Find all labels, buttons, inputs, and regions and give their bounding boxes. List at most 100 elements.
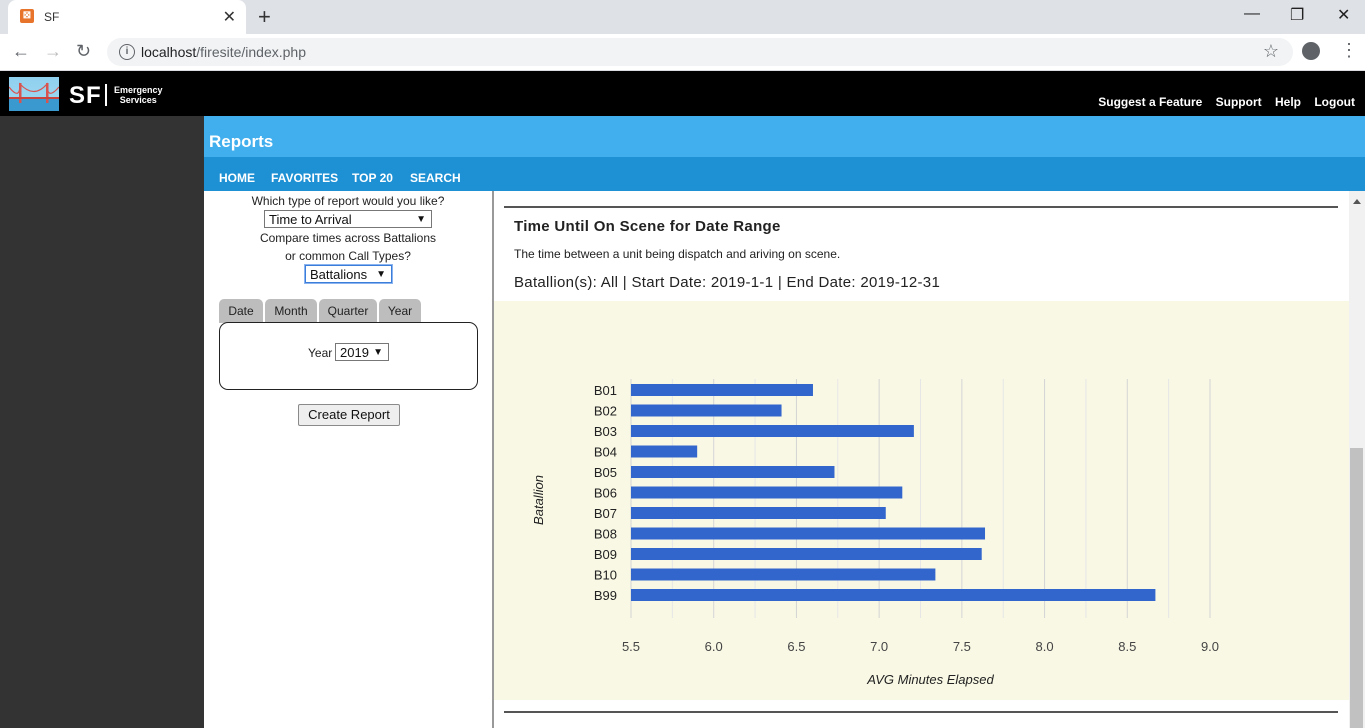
bar xyxy=(631,466,835,478)
menu-kebab-icon[interactable]: ⋮ xyxy=(1340,40,1358,61)
browser-tab-strip: ⊠ SF ✕ + — ❐ ✕ xyxy=(0,0,1365,34)
bar xyxy=(631,568,936,581)
forward-icon[interactable]: → xyxy=(44,41,62,62)
url-path: /firesite/index.php xyxy=(196,44,306,60)
bar xyxy=(631,425,914,437)
bookmark-star-icon[interactable]: ☆ xyxy=(1263,41,1279,62)
tab-year[interactable]: Year xyxy=(379,299,421,323)
tab-date[interactable]: Date xyxy=(219,299,263,323)
bar xyxy=(631,404,782,417)
header-links: Suggest a Feature Support Help Logout xyxy=(1088,95,1355,109)
bar xyxy=(631,589,1156,601)
nav-favorites[interactable]: FAVORITES xyxy=(271,171,338,185)
compare-label-line1: Compare times across Battalions xyxy=(259,231,437,245)
year-label: Year xyxy=(308,346,333,360)
x-tick-label: 5.5 xyxy=(622,639,640,654)
help-link[interactable]: Help xyxy=(1275,95,1301,109)
logo-text: SF xyxy=(69,82,102,109)
left-sidebar xyxy=(0,116,204,728)
close-tab-icon[interactable]: ✕ xyxy=(223,7,236,27)
report-panel: Time Until On Scene for Date Range The t… xyxy=(494,191,1349,728)
page-title: Reports xyxy=(209,132,274,151)
address-bar[interactable]: i localhost/firesite/index.php ☆ xyxy=(107,38,1293,66)
new-tab-icon[interactable]: + xyxy=(258,4,271,30)
logo-divider xyxy=(105,84,107,106)
url-host: localhost xyxy=(141,44,197,60)
tab-quarter[interactable]: Quarter xyxy=(319,299,377,323)
chart-container: B01 B02 B03 B04 B05 B06 B07 B08 B09 B10 B99 5.5 6.0 6… xyxy=(494,301,1349,700)
logo-sub-line1: Emergency xyxy=(114,85,163,95)
tab-title: SF xyxy=(44,10,60,24)
compare-select[interactable]: Battalions ▼ xyxy=(305,265,392,283)
y-axis-title: Batallion xyxy=(531,475,546,525)
y-tick-label: B06 xyxy=(594,486,617,501)
divider-bottom xyxy=(504,711,1338,713)
y-tick-label: B09 xyxy=(594,547,617,562)
golden-gate-logo xyxy=(9,77,59,111)
browser-toolbar: ← → ↻ i localhost/firesite/index.php ☆ xyxy=(0,34,1365,71)
y-tick-label: B05 xyxy=(594,465,617,480)
year-select[interactable]: 2019 ▼ xyxy=(335,343,389,361)
y-tick-label: B08 xyxy=(594,527,617,542)
bar xyxy=(631,384,813,396)
report-type-value: Time to Arrival xyxy=(269,212,352,227)
site-header: SF Emergency Services Suggest a Feature … xyxy=(0,71,1365,116)
xampp-icon: ⊠ xyxy=(20,9,34,23)
y-tick-label: B10 xyxy=(594,568,617,583)
vertical-scrollbar[interactable] xyxy=(1349,191,1365,728)
report-description: The time between a unit being dispatch a… xyxy=(514,247,841,261)
x-tick-label: 7.5 xyxy=(953,639,971,654)
logo-sub-line2: Services xyxy=(119,95,157,105)
info-icon[interactable]: i xyxy=(119,44,135,60)
reload-icon[interactable]: ↻ xyxy=(76,41,91,62)
nav-search[interactable]: SEARCH xyxy=(410,171,461,185)
create-report-button[interactable]: Create Report xyxy=(298,404,400,426)
back-icon[interactable]: ← xyxy=(12,41,30,62)
bar xyxy=(631,445,698,458)
report-form: Which type of report would you like? Tim… xyxy=(204,191,494,728)
report-title: Time Until On Scene for Date Range xyxy=(514,218,781,235)
x-tick-label: 7.0 xyxy=(870,639,888,654)
nav-home[interactable]: HOME xyxy=(219,171,255,185)
year-value: 2019 xyxy=(340,345,369,360)
support-link[interactable]: Support xyxy=(1216,95,1262,109)
bar xyxy=(631,486,903,499)
y-tick-label: B01 xyxy=(594,383,617,398)
report-type-question: Which type of report would you like? xyxy=(251,194,445,208)
report-type-select[interactable]: Time to Arrival ▼ xyxy=(264,210,432,228)
scroll-up-icon[interactable] xyxy=(1353,199,1361,204)
bridge-icon xyxy=(9,82,59,111)
x-tick-label: 6.5 xyxy=(787,639,805,654)
suggest-feature-link[interactable]: Suggest a Feature xyxy=(1098,95,1202,109)
bar-chart: B01 B02 B03 B04 B05 B06 B07 B08 B09 B10 B99 5.5 6.0 6… xyxy=(531,379,1219,687)
bar xyxy=(631,527,986,540)
url-text[interactable]: localhost/firesite/index.php xyxy=(141,44,306,60)
report-params: Batallion(s): All | Start Date: 2019-1-1… xyxy=(514,274,941,291)
dropdown-arrow-icon: ▼ xyxy=(416,214,426,225)
x-tick-label: 9.0 xyxy=(1201,639,1219,654)
minimize-icon[interactable]: — xyxy=(1244,5,1260,23)
nav-top20[interactable]: TOP 20 xyxy=(352,171,393,185)
reports-nav: HOME FAVORITES TOP 20 SEARCH xyxy=(204,157,1365,191)
year-tab-panel: Year 2019 ▼ xyxy=(219,322,478,390)
scrollbar-thumb[interactable] xyxy=(1350,448,1363,728)
browser-tab[interactable]: ⊠ SF ✕ xyxy=(8,0,246,34)
tab-month[interactable]: Month xyxy=(265,299,317,323)
reports-header: Reports xyxy=(204,116,1365,157)
x-tick-label: 6.0 xyxy=(705,639,723,654)
logo-subtitle: Emergency Services xyxy=(114,85,163,105)
compare-label-line2: or common Call Types? xyxy=(285,249,411,263)
x-tick-label: 8.5 xyxy=(1118,639,1136,654)
account-icon[interactable] xyxy=(1302,42,1320,60)
dropdown-arrow-icon: ▼ xyxy=(373,347,383,358)
restore-icon[interactable]: ❐ xyxy=(1290,5,1304,25)
logout-link[interactable]: Logout xyxy=(1314,95,1355,109)
x-axis-title: AVG Minutes Elapsed xyxy=(866,672,994,687)
y-tick-label: B99 xyxy=(594,588,617,603)
bar xyxy=(631,507,886,519)
y-tick-label: B07 xyxy=(594,506,617,521)
dropdown-arrow-icon: ▼ xyxy=(376,269,386,280)
close-window-icon[interactable]: ✕ xyxy=(1337,5,1350,25)
divider-top xyxy=(504,206,1338,208)
y-tick-label: B02 xyxy=(594,404,617,419)
